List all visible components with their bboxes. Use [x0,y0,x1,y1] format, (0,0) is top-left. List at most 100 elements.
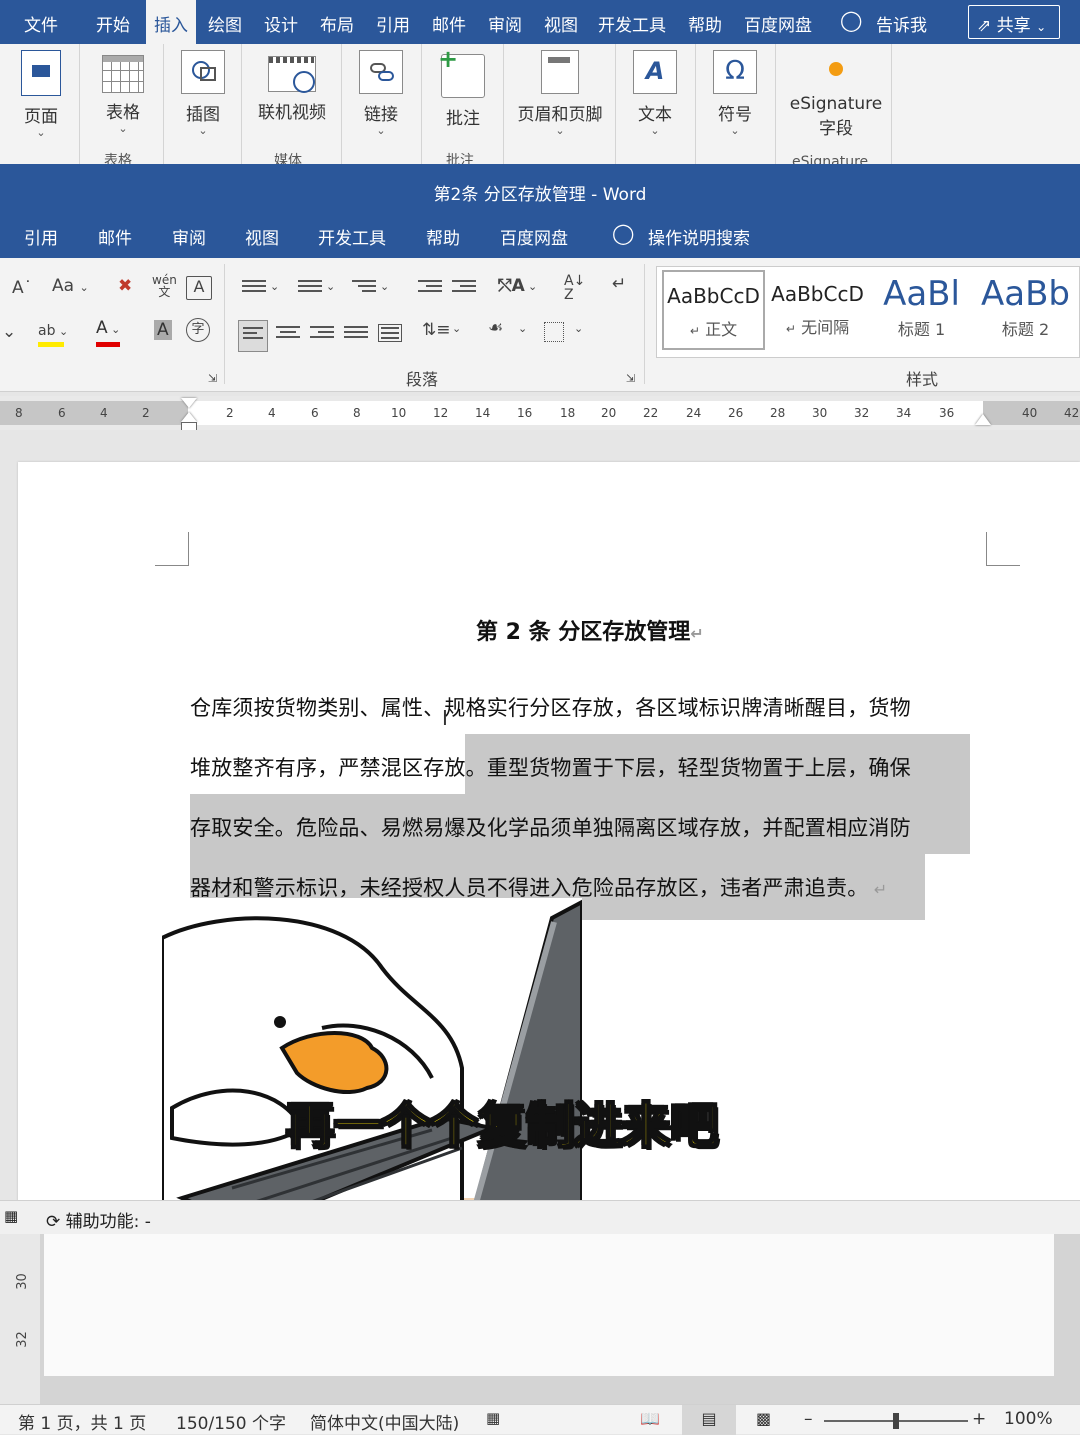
first-line-indent-marker[interactable] [181,398,197,408]
phonetic-guide-icon[interactable]: wén 文 [152,274,177,298]
tab-developer-2[interactable]: 开发工具 [318,224,386,249]
highlight-color-button[interactable]: ab ⌄ [38,320,68,347]
character-shading-icon[interactable]: A [154,320,172,340]
word-count[interactable]: 150/150 个字 [176,1409,286,1434]
tell-me-search[interactable]: 告诉我 [876,11,927,36]
style-heading-2[interactable]: AaBb 标题 2 [974,270,1077,350]
multilevel-list-icon[interactable] [352,280,376,298]
tab-mailings[interactable]: 邮件 [432,11,466,36]
paragraph-line[interactable]: 堆放整齐有序，严禁混区存放。重型货物置于下层，轻型货物置于上层，确保 [190,752,911,782]
show-formatting-marks-icon[interactable]: ↵ [612,274,626,294]
share-button[interactable]: ⇗ 共享 ⌄ [968,5,1060,39]
paragraph-dialog-launcher-icon[interactable]: ⇲ [626,372,635,385]
font-color-button[interactable]: A ⌄ [96,318,120,347]
line-spacing-chevron-icon[interactable]: ⌄ [452,322,461,335]
line-spacing-icon[interactable]: ⇅≡ [422,320,451,340]
illustrations-button[interactable]: 插图 ⌄ [178,50,228,137]
justify-icon[interactable] [344,326,368,344]
tab-view[interactable]: 视图 [544,11,578,36]
horizontal-ruler[interactable]: 8 6 4 2 2 4 6 8 10 12 14 16 18 20 22 24 … [0,396,1080,432]
chinese-layout-icon[interactable]: ⤲A [498,276,525,296]
zoom-in-button[interactable]: + [972,1409,986,1429]
pages-button[interactable]: 页面 ⌄ [16,50,66,139]
align-right-icon[interactable] [310,326,334,344]
tab-references[interactable]: 引用 [376,11,410,36]
online-video-button[interactable]: 联机视频 [256,56,328,123]
accessibility-status-icon[interactable]: ▦ [486,1409,500,1427]
tab-help-2[interactable]: 帮助 [426,224,460,249]
tab-layout[interactable]: 布局 [320,11,354,36]
tab-mailings-2[interactable]: 邮件 [98,224,132,249]
esignature-button[interactable]: eSignature 字段 [786,62,886,139]
decrease-indent-icon[interactable] [418,280,442,298]
ruler-number: 34 [896,406,912,420]
borders-chevron-icon[interactable]: ⌄ [574,322,583,335]
text-button[interactable]: A 文本 ⌄ [630,50,680,137]
tab-file[interactable]: 文件 [24,11,58,36]
style-normal[interactable]: AaBbCcD ↵ 正文 [662,270,765,350]
tab-insert[interactable]: 插入 [146,0,196,44]
borders-icon[interactable] [544,322,564,342]
print-layout-icon[interactable]: ▤ [682,1405,736,1435]
zoom-slider-thumb[interactable] [893,1413,899,1429]
style-no-spacing[interactable]: AaBbCcD ↵ 无间隔 [766,270,869,350]
character-border-icon[interactable]: A [186,276,212,300]
tell-me-search-2[interactable]: 操作说明搜索 [648,224,750,249]
read-mode-icon[interactable]: 📖 [640,1409,660,1428]
enclose-characters-icon[interactable]: 字 [186,318,210,342]
chinese-layout-chevron-icon[interactable]: ⌄ [528,280,537,293]
header-footer-button[interactable]: 页眉和页脚 ⌄ [514,50,606,137]
text-effects-chevron-icon[interactable]: ⌄ [2,322,16,342]
clear-formatting-icon[interactable]: ✖ [118,276,132,296]
tab-baidu-netdisk-2[interactable]: 百度网盘 [500,224,568,249]
paragraph-line[interactable]: 存取安全。危险品、易燃易爆及化学品须单独隔离区域存放，并配置相应消防 [190,812,911,842]
zoom-level[interactable]: 100% [1004,1409,1053,1429]
hanging-indent-marker[interactable] [181,412,197,422]
zoom-out-button[interactable]: – [804,1409,813,1429]
right-indent-marker[interactable] [975,414,991,425]
tab-baidu-netdisk[interactable]: 百度网盘 [744,11,812,36]
links-group: 链接 ⌄ [342,44,422,164]
tab-home[interactable]: 开始 [96,11,130,36]
ruler-number: 42 [1064,406,1080,420]
accessibility-checker[interactable]: ⟳ 辅助功能: - [46,1207,151,1232]
home-ribbon: A˙ Aa ⌄ ✖ wén 文 A ⌄ ab ⌄ A ⌄ A 字 ⇲ ⌄ ⌄ ⌄ … [0,258,1080,392]
bullets-icon[interactable] [242,280,266,298]
comment-button[interactable]: + 批注 [438,47,488,129]
shading-chevron-icon[interactable]: ⌄ [518,322,527,335]
bullets-chevron-icon[interactable]: ⌄ [270,280,279,293]
multilevel-chevron-icon[interactable]: ⌄ [380,280,389,293]
style-heading-1[interactable]: AaBl 标题 1 [870,270,973,350]
font-dialog-launcher-icon[interactable]: ⇲ [208,372,217,385]
vertical-ruler[interactable]: 30 32 [0,1234,40,1404]
shrink-font-icon[interactable]: A˙ [12,278,32,298]
change-case-button[interactable]: Aa ⌄ [52,276,89,296]
tab-developer[interactable]: 开发工具 [598,11,666,36]
table-button[interactable]: 表格 ⌄ [98,55,148,135]
language-indicator[interactable]: 简体中文(中国大陆) [310,1409,459,1434]
document-heading[interactable]: 第 2 条 分区存放管理↵ [476,614,704,646]
tab-references-2[interactable]: 引用 [24,224,58,249]
tab-draw[interactable]: 绘图 [208,11,242,36]
page-count[interactable]: 第 1 页，共 1 页 [18,1409,146,1434]
increase-indent-icon[interactable] [452,280,476,298]
lower-page-view[interactable] [44,1234,1054,1376]
sort-icon[interactable]: A↓ Z [564,274,585,302]
align-left-icon[interactable] [238,320,268,352]
align-center-icon[interactable] [276,326,300,344]
link-icon [359,50,403,94]
numbering-icon[interactable] [298,280,322,298]
tab-help[interactable]: 帮助 [688,11,722,36]
layout-icon[interactable]: ▦ [4,1207,18,1225]
shading-icon[interactable]: ☙ [488,318,503,338]
web-layout-icon[interactable]: ▩ [756,1409,771,1428]
tab-design[interactable]: 设计 [264,11,298,36]
tab-review-2[interactable]: 审阅 [172,224,206,249]
numbering-chevron-icon[interactable]: ⌄ [326,280,335,293]
distributed-icon[interactable] [378,324,402,342]
link-button[interactable]: 链接 ⌄ [356,50,406,137]
tab-view-2[interactable]: 视图 [245,224,279,249]
paragraph-line[interactable]: 仓库须按货物类别、属性、规格实行分区存放，各区域标识牌清晰醒目，货物 [190,692,911,722]
symbol-button[interactable]: Ω 符号 ⌄ [710,50,760,137]
tab-review[interactable]: 审阅 [488,11,522,36]
